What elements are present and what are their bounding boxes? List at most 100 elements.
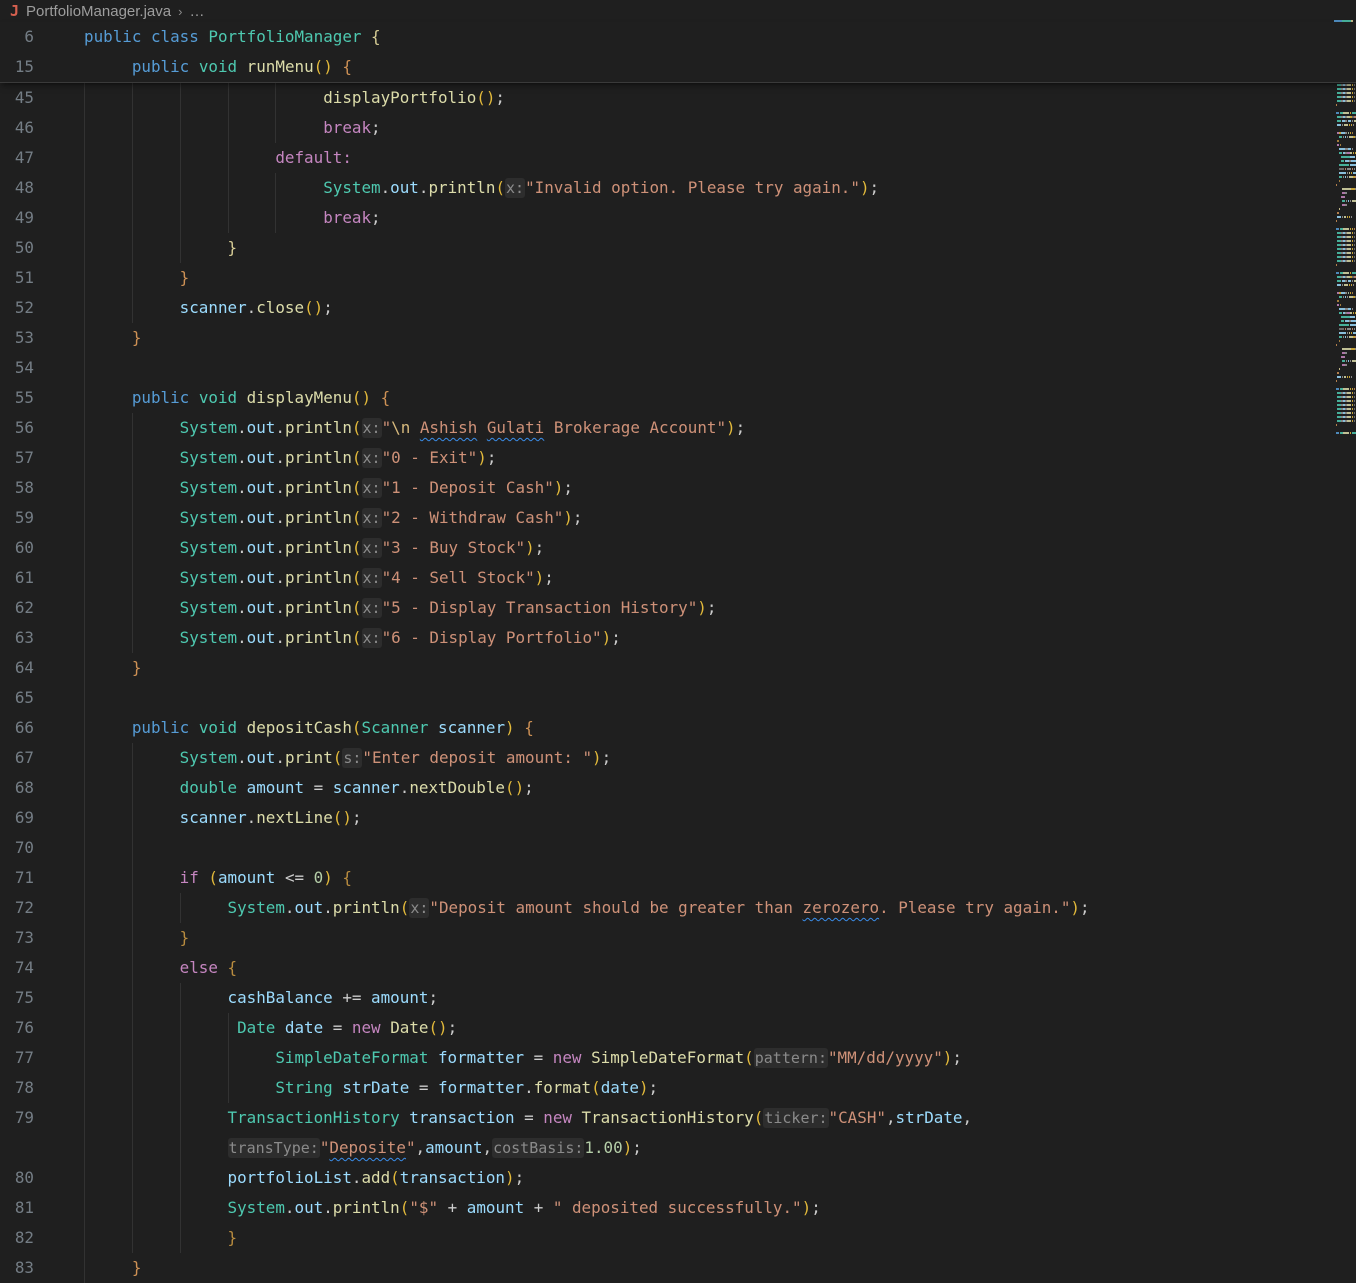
code-line[interactable]: 47 default: <box>0 143 1356 173</box>
code-text: } <box>84 923 189 953</box>
line-number[interactable]: 56 <box>0 413 34 443</box>
line-number[interactable]: 65 <box>0 683 34 713</box>
line-number[interactable]: 74 <box>0 953 34 983</box>
minimap-line <box>1334 232 1356 234</box>
code-line[interactable]: 53 } <box>0 323 1356 353</box>
line-number[interactable]: 82 <box>0 1223 34 1253</box>
line-number[interactable]: 6 <box>0 22 34 52</box>
code-line[interactable]: 54 <box>0 353 1356 383</box>
line-number[interactable]: 15 <box>0 52 34 82</box>
line-number[interactable]: 69 <box>0 803 34 833</box>
sticky-code-line[interactable]: 6public class PortfolioManager { <box>0 22 1356 52</box>
code-line[interactable]: 45 displayPortfolio(); <box>0 83 1356 113</box>
code-line[interactable]: 69 scanner.nextLine(); <box>0 803 1356 833</box>
line-number[interactable]: 59 <box>0 503 34 533</box>
breadcrumb-ellipsis[interactable]: … <box>189 3 204 20</box>
line-number[interactable]: 71 <box>0 863 34 893</box>
line-number[interactable]: 83 <box>0 1253 34 1283</box>
code-line[interactable]: 76 Date date = new Date(); <box>0 1013 1356 1043</box>
line-number[interactable]: 58 <box>0 473 34 503</box>
breadcrumb-file-name[interactable]: PortfolioManager.java <box>26 3 171 20</box>
line-number[interactable]: 45 <box>0 83 34 113</box>
sticky-scroll[interactable]: 6public class PortfolioManager {15 publi… <box>0 22 1356 83</box>
code-line[interactable]: 75 cashBalance += amount; <box>0 983 1356 1013</box>
code-line[interactable]: 61 System.out.println(x:"4 - Sell Stock"… <box>0 563 1356 593</box>
line-number[interactable]: 60 <box>0 533 34 563</box>
line-number[interactable]: 73 <box>0 923 34 953</box>
code-line[interactable]: 46 break; <box>0 113 1356 143</box>
line-number[interactable]: 63 <box>0 623 34 653</box>
line-number[interactable]: 50 <box>0 233 34 263</box>
code-line[interactable]: 74 else { <box>0 953 1356 983</box>
code-line[interactable]: 81 System.out.println("$" + amount + " d… <box>0 1193 1356 1223</box>
minimap-line <box>1334 356 1356 358</box>
sticky-code-line[interactable]: 15 public void runMenu() { <box>0 52 1356 82</box>
code-line[interactable]: 68 double amount = scanner.nextDouble(); <box>0 773 1356 803</box>
minimap-line <box>1334 340 1356 342</box>
code-line[interactable]: 52 scanner.close(); <box>0 293 1356 323</box>
line-number[interactable]: 53 <box>0 323 34 353</box>
code-line[interactable]: 50 } <box>0 233 1356 263</box>
code-line[interactable]: transType:"Deposite",amount,costBasis:1.… <box>0 1133 1356 1163</box>
code-line[interactable]: 51 } <box>0 263 1356 293</box>
line-number[interactable]: 54 <box>0 353 34 383</box>
minimap-line <box>1334 200 1356 202</box>
code-line[interactable]: 55 public void displayMenu() { <box>0 383 1356 413</box>
code-line[interactable]: 67 System.out.print(s:"Enter deposit amo… <box>0 743 1356 773</box>
minimap[interactable] <box>1334 20 1356 1266</box>
code-line[interactable]: 56 System.out.println(x:"\n Ashish Gulat… <box>0 413 1356 443</box>
inlay-hint: costBasis: <box>492 1138 584 1158</box>
line-number[interactable]: 81 <box>0 1193 34 1223</box>
code-line[interactable]: 72 System.out.println(x:"Deposit amount … <box>0 893 1356 923</box>
code-line[interactable]: 83 } <box>0 1253 1356 1283</box>
line-number[interactable]: 49 <box>0 203 34 233</box>
code-line[interactable]: 59 System.out.println(x:"2 - Withdraw Ca… <box>0 503 1356 533</box>
code-line[interactable]: 80 portfolioList.add(transaction); <box>0 1163 1356 1193</box>
line-number[interactable]: 79 <box>0 1103 34 1133</box>
line-number[interactable]: 61 <box>0 563 34 593</box>
line-number[interactable]: 51 <box>0 263 34 293</box>
line-number[interactable]: 80 <box>0 1163 34 1193</box>
code-line[interactable]: 73 } <box>0 923 1356 953</box>
line-number[interactable]: 77 <box>0 1043 34 1073</box>
line-number[interactable]: 78 <box>0 1073 34 1103</box>
inlay-hint: x: <box>362 508 382 528</box>
line-number[interactable]: 46 <box>0 113 34 143</box>
minimap-line <box>1334 360 1356 362</box>
code-line[interactable]: 57 System.out.println(x:"0 - Exit"); <box>0 443 1356 473</box>
line-number[interactable]: 68 <box>0 773 34 803</box>
line-number[interactable]: 52 <box>0 293 34 323</box>
line-number[interactable]: 70 <box>0 833 34 863</box>
code-line[interactable]: 78 String strDate = formatter.format(dat… <box>0 1073 1356 1103</box>
minimap-line <box>1334 376 1356 378</box>
minimap-line <box>1334 332 1356 334</box>
code-area[interactable]: 45 displayPortfolio();46 break;47 defaul… <box>0 83 1356 1283</box>
java-file-icon: J <box>10 2 19 20</box>
line-number[interactable]: 76 <box>0 1013 34 1043</box>
code-line[interactable]: 60 System.out.println(x:"3 - Buy Stock")… <box>0 533 1356 563</box>
code-line[interactable]: 58 System.out.println(x:"1 - Deposit Cas… <box>0 473 1356 503</box>
code-line[interactable]: 62 System.out.println(x:"5 - Display Tra… <box>0 593 1356 623</box>
line-number[interactable]: 48 <box>0 173 34 203</box>
code-line[interactable]: 70 <box>0 833 1356 863</box>
line-number[interactable]: 47 <box>0 143 34 173</box>
line-number[interactable]: 75 <box>0 983 34 1013</box>
code-line[interactable]: 66 public void depositCash(Scanner scann… <box>0 713 1356 743</box>
line-number[interactable]: 62 <box>0 593 34 623</box>
line-number[interactable]: 72 <box>0 893 34 923</box>
code-line[interactable]: 65 <box>0 683 1356 713</box>
code-line[interactable]: 48 System.out.println(x:"Invalid option.… <box>0 173 1356 203</box>
line-number[interactable]: 67 <box>0 743 34 773</box>
line-number[interactable]: 64 <box>0 653 34 683</box>
code-line[interactable]: 77 SimpleDateFormat formatter = new Simp… <box>0 1043 1356 1073</box>
code-line[interactable]: 49 break; <box>0 203 1356 233</box>
line-number[interactable]: 55 <box>0 383 34 413</box>
code-line[interactable]: 82 } <box>0 1223 1356 1253</box>
line-number[interactable]: 66 <box>0 713 34 743</box>
code-line[interactable]: 79 TransactionHistory transaction = new … <box>0 1103 1356 1133</box>
minimap-line <box>1334 172 1356 174</box>
line-number[interactable]: 57 <box>0 443 34 473</box>
code-line[interactable]: 71 if (amount <= 0) { <box>0 863 1356 893</box>
code-line[interactable]: 64 } <box>0 653 1356 683</box>
code-line[interactable]: 63 System.out.println(x:"6 - Display Por… <box>0 623 1356 653</box>
